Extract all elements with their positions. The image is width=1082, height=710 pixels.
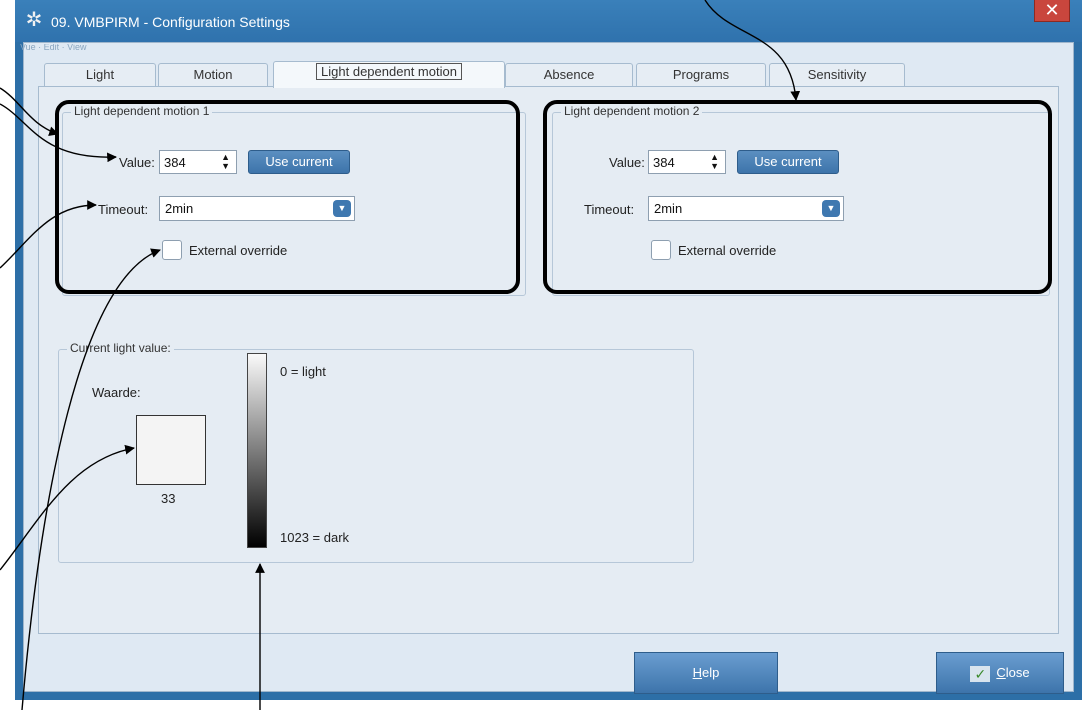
- tab-label: Programs: [672, 67, 730, 82]
- light-scale-gradient: [247, 353, 267, 548]
- tab-programs[interactable]: Programs: [636, 63, 766, 87]
- help-label-rest: elp: [702, 665, 720, 680]
- help-mnemonic: H: [692, 665, 703, 680]
- tab-sensitivity[interactable]: Sensitivity: [769, 63, 905, 87]
- annotation-box: [55, 100, 520, 294]
- close-mnemonic: C: [996, 665, 1006, 680]
- tab-label: Motion: [193, 67, 233, 82]
- close-button[interactable]: ✓ Close: [936, 652, 1064, 694]
- window-close-button[interactable]: ✕: [1034, 0, 1070, 22]
- light-reading: 33: [161, 491, 176, 506]
- tab-motion[interactable]: Motion: [158, 63, 268, 87]
- help-label: Help: [693, 665, 720, 680]
- tab-label: Sensitivity: [807, 67, 867, 82]
- tab-light-dependent-motion[interactable]: Light dependent motion: [273, 61, 505, 88]
- close-label: Close: [996, 665, 1029, 680]
- screenshot-stage: ✲ 09. VMBPIRM - Configuration Settings ✕…: [0, 0, 1082, 710]
- help-button[interactable]: Help: [634, 652, 778, 694]
- menu-bar-ghost: Vue · Edit · View: [20, 44, 87, 50]
- scale-bottom-label: 1023 = dark: [280, 530, 350, 545]
- tab-absence[interactable]: Absence: [505, 63, 633, 87]
- scale-top-label: 0 = light: [280, 364, 326, 379]
- close-label-rest: lose: [1005, 665, 1030, 680]
- tab-label: Light: [85, 67, 115, 82]
- tab-label: Absence: [543, 67, 595, 82]
- waarde-label: Waarde:: [92, 385, 141, 400]
- annotation-box: [543, 100, 1052, 294]
- window-title: 09. VMBPIRM - Configuration Settings: [51, 14, 290, 30]
- checkmark-icon: ✓: [970, 665, 991, 682]
- tab-label: Light dependent motion: [316, 63, 462, 80]
- tab-light[interactable]: Light: [44, 63, 156, 87]
- group-title: Current light value:: [67, 341, 174, 355]
- gear-icon: ✲: [25, 9, 43, 31]
- light-value-swatch: [136, 415, 206, 485]
- title-bar[interactable]: ✲ 09. VMBPIRM - Configuration Settings ✕: [15, 0, 1082, 42]
